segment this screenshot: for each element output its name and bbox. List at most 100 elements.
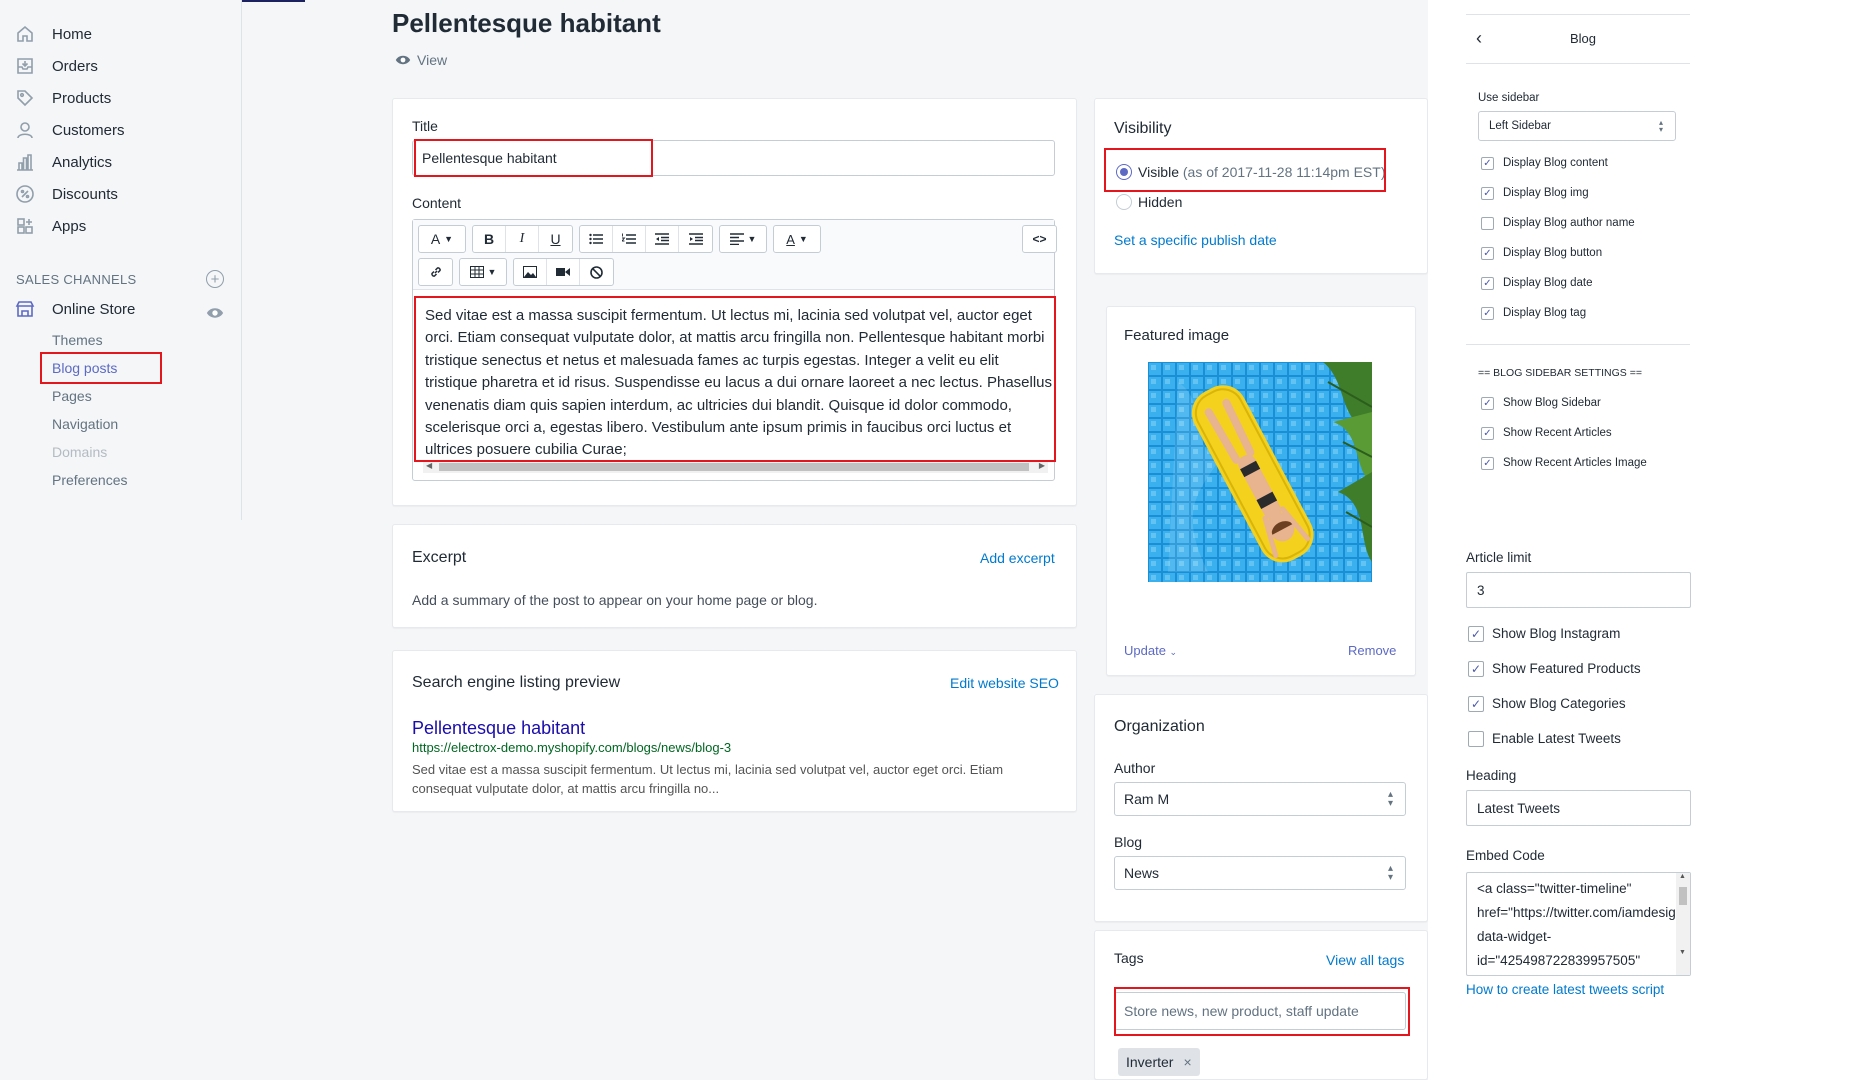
- clear-formatting-button[interactable]: [580, 259, 613, 285]
- insert-image-button[interactable]: [514, 259, 547, 285]
- bulleted-list-icon: [589, 233, 603, 245]
- show-recent-articles-image-checkbox[interactable]: [1481, 457, 1494, 470]
- orders-icon: [14, 55, 36, 77]
- blog-label: Blog: [1114, 834, 1143, 850]
- indent-button[interactable]: [679, 226, 712, 252]
- add-excerpt-link[interactable]: Add excerpt: [980, 550, 1055, 566]
- nav-navigation[interactable]: Navigation: [52, 416, 118, 432]
- outdent-icon: [655, 233, 669, 245]
- sidebar: [0, 0, 242, 520]
- nav-discounts[interactable]: Discounts: [14, 182, 118, 206]
- heading-input[interactable]: Latest Tweets: [1466, 790, 1691, 826]
- align-dropdown-button[interactable]: ▼: [720, 226, 766, 252]
- show-blog-instagram-checkbox[interactable]: [1468, 626, 1484, 642]
- show-blog-sidebar-checkbox[interactable]: [1481, 397, 1494, 410]
- italic-button[interactable]: I: [506, 226, 539, 252]
- toolbar-row-1: A ▼ B I U ▼ A ▼: [418, 225, 821, 253]
- embed-code-textarea[interactable]: <a class="twitter-timeline" href="https:…: [1466, 872, 1691, 976]
- display-blog-tag-label: Display Blog tag: [1503, 307, 1587, 319]
- nav-preferences[interactable]: Preferences: [52, 472, 127, 488]
- nav-domains[interactable]: Domains: [52, 444, 107, 460]
- embed-code-scrollbar[interactable]: ▲ ▼: [1676, 873, 1690, 975]
- tag-icon: [14, 87, 36, 109]
- back-icon[interactable]: ‹: [1476, 28, 1482, 49]
- enable-latest-tweets-checkbox[interactable]: [1468, 731, 1484, 747]
- scroll-up-icon: ▲: [1679, 873, 1686, 880]
- clear-formatting-icon: [590, 265, 603, 279]
- discount-icon: [14, 183, 36, 205]
- nav-home-label: Home: [52, 25, 93, 43]
- nav-home[interactable]: Home: [14, 22, 92, 46]
- numbered-list-button[interactable]: [613, 226, 646, 252]
- bold-button[interactable]: B: [473, 226, 506, 252]
- organization-title: Organization: [1114, 718, 1205, 735]
- publish-date-link[interactable]: Set a specific publish date: [1114, 232, 1277, 248]
- nav-products[interactable]: Products: [14, 86, 111, 110]
- sidebar-settings-heading: == BLOG SIDEBAR SETTINGS ==: [1478, 367, 1642, 379]
- view-all-tags-link[interactable]: View all tags: [1326, 952, 1404, 968]
- eye-icon: [395, 55, 411, 65]
- remove-image-button[interactable]: Remove: [1348, 643, 1396, 658]
- highlight-box-tags: [1114, 987, 1410, 1036]
- scroll-down-icon: ▼: [1679, 949, 1686, 956]
- article-limit-label: Article limit: [1466, 550, 1532, 565]
- nav-apps[interactable]: Apps: [14, 214, 86, 238]
- outdent-button[interactable]: [646, 226, 679, 252]
- nav-customers[interactable]: Customers: [14, 118, 125, 142]
- show-featured-products-checkbox[interactable]: [1468, 661, 1484, 677]
- nav-themes[interactable]: Themes: [52, 332, 103, 348]
- article-limit-input[interactable]: 3: [1466, 572, 1691, 608]
- select-arrows-icon: ▴ ▾: [1387, 863, 1393, 883]
- display-blog-img-label: Display Blog img: [1503, 187, 1589, 199]
- blog-select[interactable]: News ▴ ▾: [1114, 856, 1406, 890]
- display-blog-img-checkbox[interactable]: [1481, 187, 1494, 200]
- display-blog-content-checkbox[interactable]: [1481, 157, 1494, 170]
- html-source-button[interactable]: <>: [1023, 226, 1056, 252]
- update-image-button[interactable]: Update ⌄: [1124, 643, 1177, 658]
- embed-scrollbar-thumb[interactable]: [1679, 887, 1687, 905]
- display-blog-date-checkbox[interactable]: [1481, 277, 1494, 290]
- seo-preview-title: Pellentesque habitant: [412, 718, 586, 738]
- author-select[interactable]: Ram M ▴ ▾: [1114, 782, 1406, 816]
- nav-products-label: Products: [52, 89, 112, 107]
- bulleted-list-button[interactable]: [580, 226, 613, 252]
- insert-video-button[interactable]: [547, 259, 580, 285]
- insert-link-button[interactable]: [419, 259, 452, 285]
- tags-label: Tags: [1114, 950, 1144, 966]
- font-dropdown-button[interactable]: A ▼: [419, 226, 465, 252]
- display-blog-tag-checkbox[interactable]: [1481, 307, 1494, 320]
- visibility-title: Visibility: [1114, 120, 1172, 137]
- display-blog-author-checkbox[interactable]: [1481, 217, 1494, 230]
- show-blog-categories-checkbox[interactable]: [1468, 696, 1484, 712]
- underline-button[interactable]: U: [539, 226, 572, 252]
- nav-analytics-label: Analytics: [52, 153, 113, 171]
- display-blog-button-checkbox[interactable]: [1481, 247, 1494, 260]
- editor-horizontal-scrollbar[interactable]: ◀ ▶: [423, 461, 1048, 473]
- remove-tag-icon[interactable]: ×: [1183, 1054, 1191, 1070]
- add-sales-channel-button[interactable]: +: [206, 270, 224, 288]
- display-blog-button-label: Display Blog button: [1503, 247, 1603, 259]
- nav-apps-label: Apps: [52, 217, 87, 235]
- nav-online-store[interactable]: Online Store: [14, 297, 135, 321]
- embed-code-label: Embed Code: [1466, 848, 1545, 863]
- nav-analytics[interactable]: Analytics: [14, 150, 112, 174]
- nav-orders[interactable]: Orders: [14, 54, 98, 78]
- hidden-radio[interactable]: [1116, 194, 1132, 210]
- seo-preview-description: Sed vitae est a massa suscipit fermentum…: [412, 762, 1004, 796]
- nav-pages[interactable]: Pages: [52, 388, 92, 404]
- use-sidebar-select[interactable]: Left Sidebar ▴ ▾: [1478, 111, 1676, 141]
- excerpt-description: Add a summary of the post to appear on y…: [412, 592, 818, 608]
- edit-seo-link[interactable]: Edit website SEO: [950, 675, 1059, 691]
- apps-icon: [14, 215, 36, 237]
- show-recent-articles-image-label: Show Recent Articles Image: [1503, 457, 1647, 469]
- eye-icon[interactable]: [206, 304, 224, 322]
- text-color-dropdown-button[interactable]: A ▼: [774, 226, 820, 252]
- nav-discounts-label: Discounts: [52, 185, 118, 203]
- show-recent-articles-checkbox[interactable]: [1481, 427, 1494, 440]
- latest-tweets-help-link[interactable]: How to create latest tweets script: [1466, 982, 1664, 997]
- insert-table-button[interactable]: ▼: [460, 259, 506, 285]
- editor-scrollbar-thumb[interactable]: [439, 463, 1029, 471]
- select-arrows-icon: ▴ ▾: [1387, 789, 1393, 809]
- view-link[interactable]: View: [395, 52, 447, 68]
- table-icon: [469, 266, 484, 278]
